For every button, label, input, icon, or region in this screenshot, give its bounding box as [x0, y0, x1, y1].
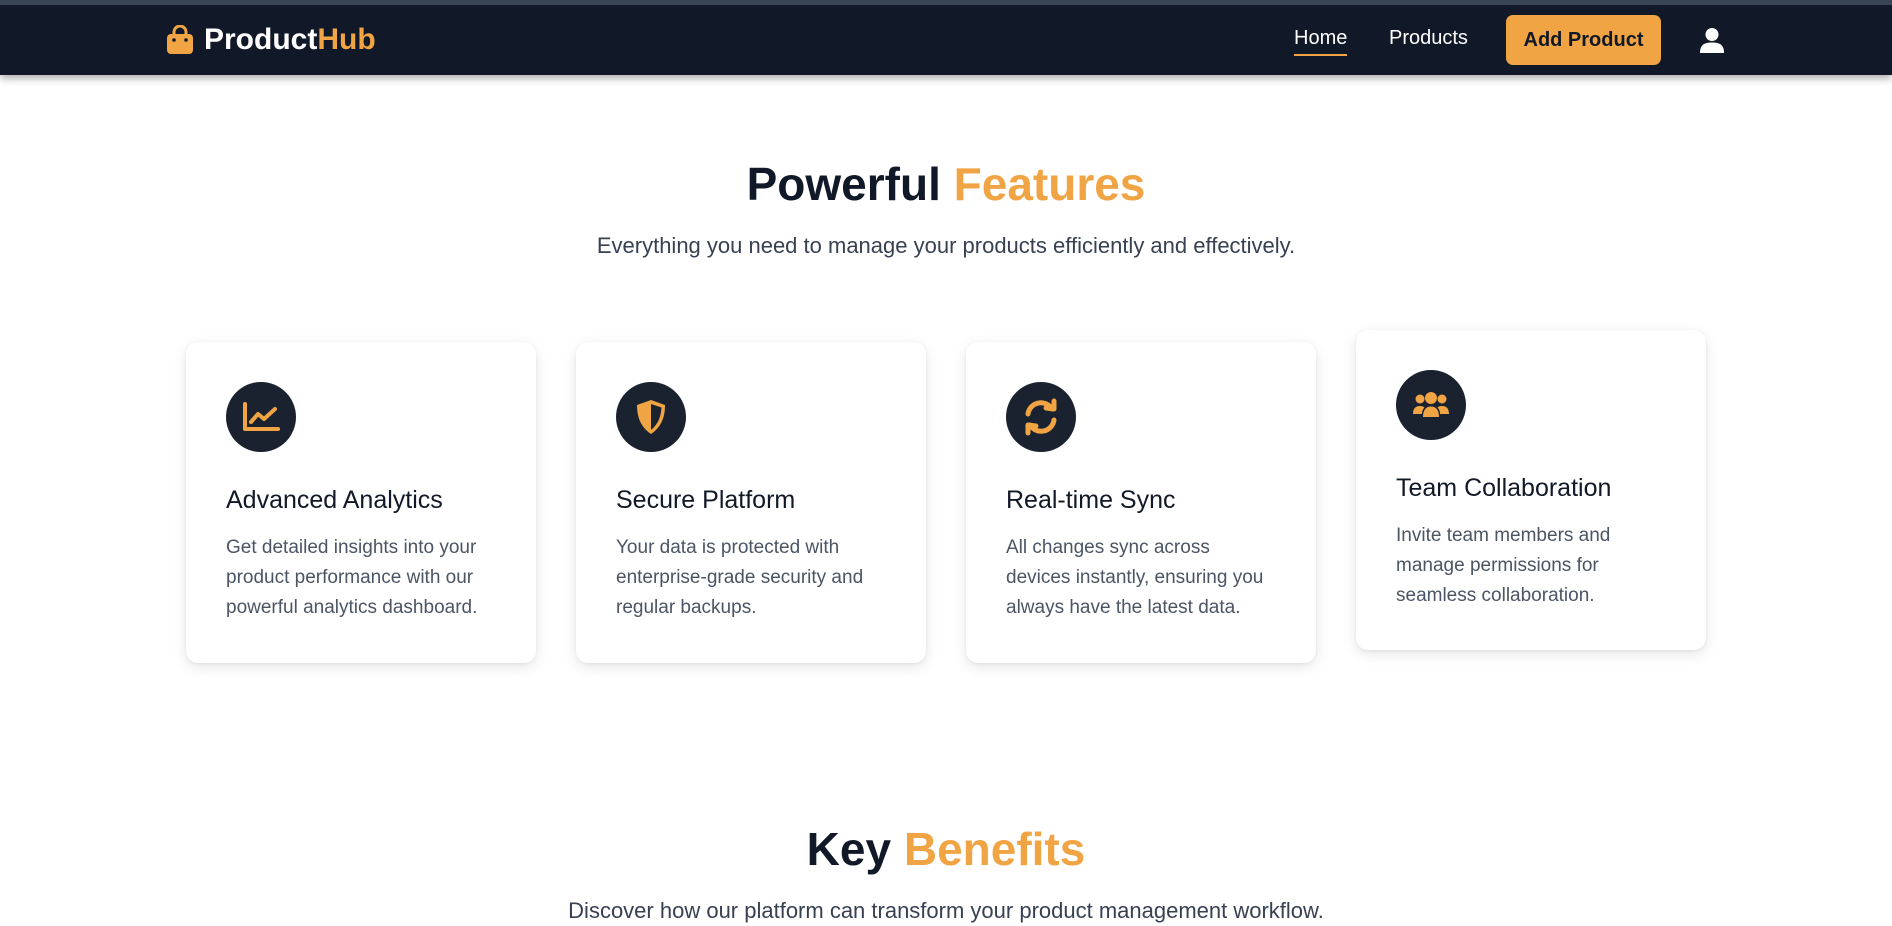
brand-name-part2: Hub	[317, 23, 376, 56]
shopping-bag-icon	[167, 25, 193, 54]
feature-card-description: Get detailed insights into your product …	[226, 537, 478, 618]
feature-card-description: Your data is protected with enterprise-g…	[616, 537, 864, 618]
user-account-button[interactable]	[1698, 27, 1726, 55]
top-navbar: ProductHub Home Products Add Product	[0, 5, 1892, 75]
feature-card-title: Secure Platform	[616, 486, 796, 514]
features-heading-part2: Features	[953, 158, 1146, 210]
collaboration-icon-badge	[1396, 370, 1466, 440]
feature-card-title: Real-time Sync	[1006, 486, 1176, 514]
security-icon-badge	[616, 382, 686, 452]
feature-card-title: Team Collaboration	[1396, 474, 1612, 502]
user-icon	[1700, 28, 1724, 53]
benefits-heading-part1: Key	[806, 823, 892, 875]
sync-icon-badge	[1006, 382, 1076, 452]
add-product-button[interactable]: Add Product	[1506, 15, 1661, 65]
benefits-heading-part2: Benefits	[903, 823, 1086, 875]
feature-card-collaboration: Team Collaboration Invite team members a…	[1356, 330, 1706, 650]
shield-icon	[637, 400, 665, 434]
benefits-heading: Key Benefits	[0, 822, 1892, 876]
brand-logo[interactable]: ProductHub	[166, 5, 376, 75]
feature-card-sync: Real-time Sync All changes sync across d…	[966, 342, 1316, 663]
browser-viewport: ProductHub Home Products Add Product Pow…	[0, 0, 1892, 926]
features-heading: Powerful Features	[0, 157, 1892, 211]
sync-icon	[1025, 398, 1057, 436]
users-icon	[1413, 392, 1449, 417]
feature-card-analytics: Advanced Analytics Get detailed insights…	[186, 342, 536, 663]
feature-card-description: All changes sync across devices instantl…	[1006, 537, 1264, 618]
features-subtitle: Everything you need to manage your produ…	[596, 233, 1296, 258]
analytics-icon-badge	[226, 382, 296, 452]
chart-line-icon	[243, 402, 280, 431]
feature-card-title: Advanced Analytics	[226, 486, 443, 514]
brand-name-part1: Product	[204, 23, 318, 56]
feature-card-description: Invite team members and manage permissio…	[1396, 525, 1611, 606]
benefits-subtitle: Discover how our platform can transform …	[568, 898, 1324, 923]
features-heading-part1: Powerful	[746, 158, 941, 210]
nav-home-link[interactable]: Home	[1294, 27, 1348, 56]
nav-products-link[interactable]: Products	[1389, 27, 1468, 56]
feature-card-security: Secure Platform Your data is protected w…	[576, 342, 926, 663]
